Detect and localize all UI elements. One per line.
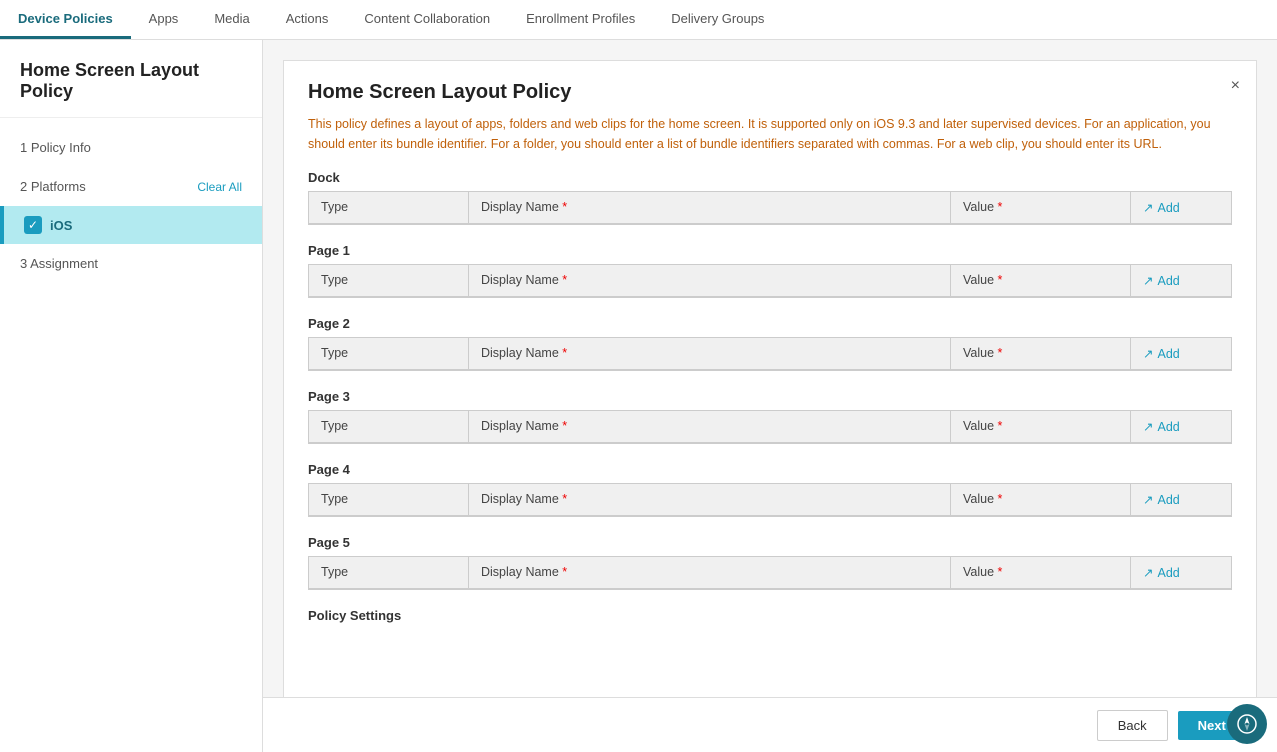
policy-description: This policy defines a layout of apps, fo… <box>308 114 1232 154</box>
page5-section-label: Page 5 <box>308 535 1232 550</box>
page3-add-button[interactable]: ↗ Add <box>1131 411 1231 443</box>
content-area: × Home Screen Layout Policy This policy … <box>263 40 1277 752</box>
nav-apps[interactable]: Apps <box>131 0 197 39</box>
dock-add-icon: ↗ <box>1143 200 1153 215</box>
page4-add-button[interactable]: ↗ Add <box>1131 484 1231 516</box>
page2-type-header: Type <box>309 338 469 370</box>
dock-value-required: * <box>994 200 1002 214</box>
page2-add-icon: ↗ <box>1143 346 1153 361</box>
page5-add-icon: ↗ <box>1143 565 1153 580</box>
page3-value-header: Value * <box>951 411 1131 443</box>
sidebar-step-assignment[interactable]: 3 Assignment <box>0 244 262 283</box>
page1-display-name-header: Display Name * <box>469 265 951 297</box>
page4-type-header: Type <box>309 484 469 516</box>
policy-title: Home Screen Layout Policy <box>308 81 1232 104</box>
ios-label: iOS <box>50 218 72 233</box>
page1-section-label: Page 1 <box>308 243 1232 258</box>
back-button[interactable]: Back <box>1097 710 1168 741</box>
top-nav: Device Policies Apps Media Actions Conte… <box>0 0 1277 40</box>
nav-enrollment-profiles[interactable]: Enrollment Profiles <box>508 0 653 39</box>
page5-display-name-header: Display Name * <box>469 557 951 589</box>
page5-type-header: Type <box>309 557 469 589</box>
sidebar-step-policy-info[interactable]: 1 Policy Info <box>0 128 262 167</box>
page4-display-name-header: Display Name * <box>469 484 951 516</box>
page2-value-required: * <box>994 346 1002 360</box>
page3-table: Type Display Name * Value * ↗ Add <box>308 410 1232 444</box>
page4-value-header: Value * <box>951 484 1131 516</box>
page4-section-label: Page 4 <box>308 462 1232 477</box>
policy-settings-label: Policy Settings <box>308 608 1232 623</box>
sidebar-step-platforms-label[interactable]: 2 Platforms <box>20 179 86 194</box>
nav-actions[interactable]: Actions <box>268 0 347 39</box>
page3-add-icon: ↗ <box>1143 419 1153 434</box>
dock-value-header: Value * <box>951 192 1131 224</box>
page2-value-header: Value * <box>951 338 1131 370</box>
page1-table: Type Display Name * Value * ↗ Add <box>308 264 1232 298</box>
page5-value-required: * <box>994 565 1002 579</box>
ios-checkbox: ✓ <box>24 216 42 234</box>
page2-display-name-header: Display Name * <box>469 338 951 370</box>
page3-section-label: Page 3 <box>308 389 1232 404</box>
dock-display-name-required: * <box>559 200 567 214</box>
page4-table: Type Display Name * Value * ↗ Add <box>308 483 1232 517</box>
sidebar-title: Home Screen Layout Policy <box>0 40 262 118</box>
sidebar: Home Screen Layout Policy 1 Policy Info … <box>0 40 263 752</box>
close-button[interactable]: × <box>1231 77 1240 95</box>
sidebar-ios-item[interactable]: ✓ iOS <box>0 206 262 244</box>
main-layout: Home Screen Layout Policy 1 Policy Info … <box>0 40 1277 752</box>
page2-section-label: Page 2 <box>308 316 1232 331</box>
sidebar-steps: 1 Policy Info 2 Platforms Clear All ✓ iO… <box>0 118 262 293</box>
nav-compass-icon[interactable] <box>1227 704 1267 744</box>
dock-table: Type Display Name * Value * ↗ Add <box>308 191 1232 225</box>
page3-value-required: * <box>994 419 1002 433</box>
page4-display-name-required: * <box>559 492 567 506</box>
bottom-bar: Back Next > <box>263 697 1277 752</box>
page5-value-header: Value * <box>951 557 1131 589</box>
page2-display-name-required: * <box>559 346 567 360</box>
sidebar-platforms-row: 2 Platforms Clear All <box>0 167 262 206</box>
page2-table: Type Display Name * Value * ↗ Add <box>308 337 1232 371</box>
dock-type-header: Type <box>309 192 469 224</box>
page1-display-name-required: * <box>559 273 567 287</box>
page3-display-name-required: * <box>559 419 567 433</box>
page4-value-required: * <box>994 492 1002 506</box>
page1-value-header: Value * <box>951 265 1131 297</box>
page1-type-header: Type <box>309 265 469 297</box>
page3-display-name-header: Display Name * <box>469 411 951 443</box>
dock-section-label: Dock <box>308 170 1232 185</box>
page5-display-name-required: * <box>559 565 567 579</box>
page2-add-button[interactable]: ↗ Add <box>1131 338 1231 370</box>
nav-media[interactable]: Media <box>196 0 267 39</box>
dock-add-button[interactable]: ↗ Add <box>1131 192 1231 224</box>
dock-display-name-header: Display Name * <box>469 192 951 224</box>
page1-value-required: * <box>994 273 1002 287</box>
nav-delivery-groups[interactable]: Delivery Groups <box>653 0 782 39</box>
sidebar-clear-all-button[interactable]: Clear All <box>197 180 242 194</box>
page5-add-button[interactable]: ↗ Add <box>1131 557 1231 589</box>
nav-device-policies[interactable]: Device Policies <box>0 0 131 39</box>
policy-panel: × Home Screen Layout Policy This policy … <box>283 60 1257 732</box>
page3-type-header: Type <box>309 411 469 443</box>
page5-table: Type Display Name * Value * ↗ Add <box>308 556 1232 590</box>
nav-content-collaboration[interactable]: Content Collaboration <box>346 0 508 39</box>
page4-add-icon: ↗ <box>1143 492 1153 507</box>
page1-add-button[interactable]: ↗ Add <box>1131 265 1231 297</box>
page1-add-icon: ↗ <box>1143 273 1153 288</box>
